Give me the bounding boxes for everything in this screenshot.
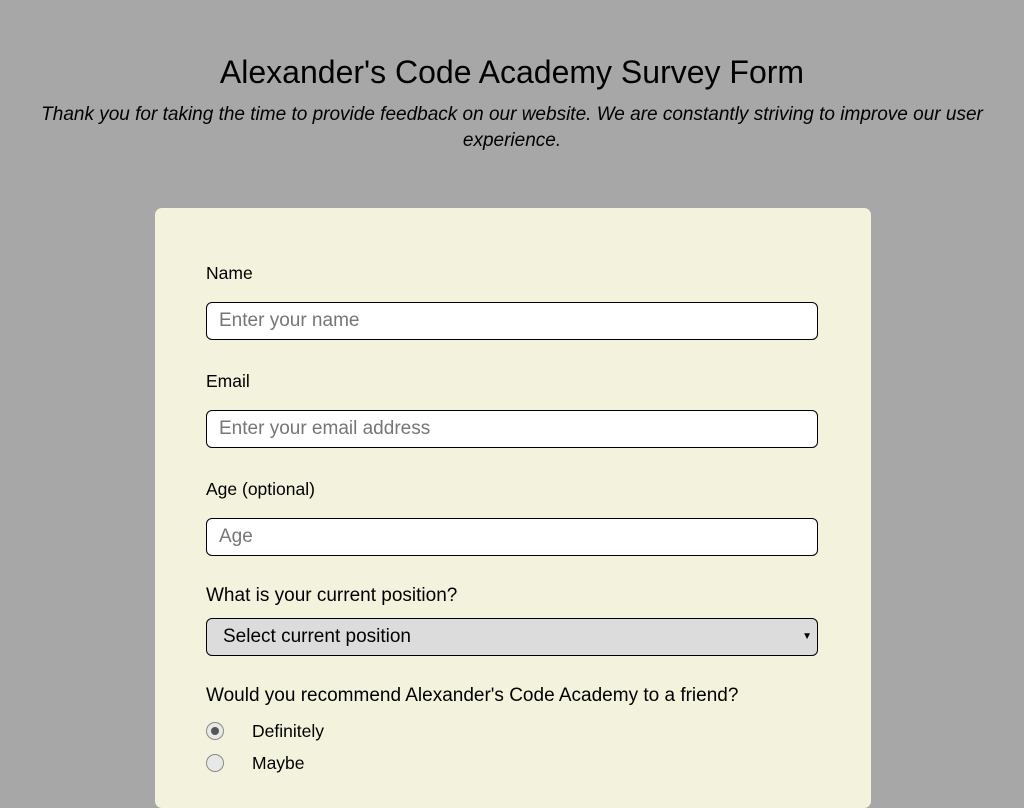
position-select-value: Select current position <box>223 626 411 647</box>
email-label: Email <box>206 371 250 391</box>
age-label: Age (optional) <box>206 479 315 499</box>
page-description: Thank you for taking the time to provide… <box>41 104 983 151</box>
radio-label: Maybe <box>252 753 305 773</box>
radio-label: Definitely <box>252 721 324 741</box>
recommend-question: Would you recommend Alexander's Code Aca… <box>206 685 739 706</box>
page-title: Alexander's Code Academy Survey Form <box>219 54 805 90</box>
survey-form: Name Email Age (optional) What is your c… <box>155 208 871 808</box>
name-label: Name <box>206 263 253 283</box>
name-input[interactable] <box>206 302 818 340</box>
email-input[interactable] <box>206 410 818 448</box>
radio-button[interactable] <box>206 754 224 772</box>
age-input[interactable] <box>206 518 818 556</box>
position-select[interactable]: Select current position ▼ <box>206 618 818 656</box>
position-question: What is your current position? <box>206 585 458 606</box>
chevron-down-icon: ▼ <box>802 631 812 642</box>
radio-button[interactable] <box>206 722 224 740</box>
